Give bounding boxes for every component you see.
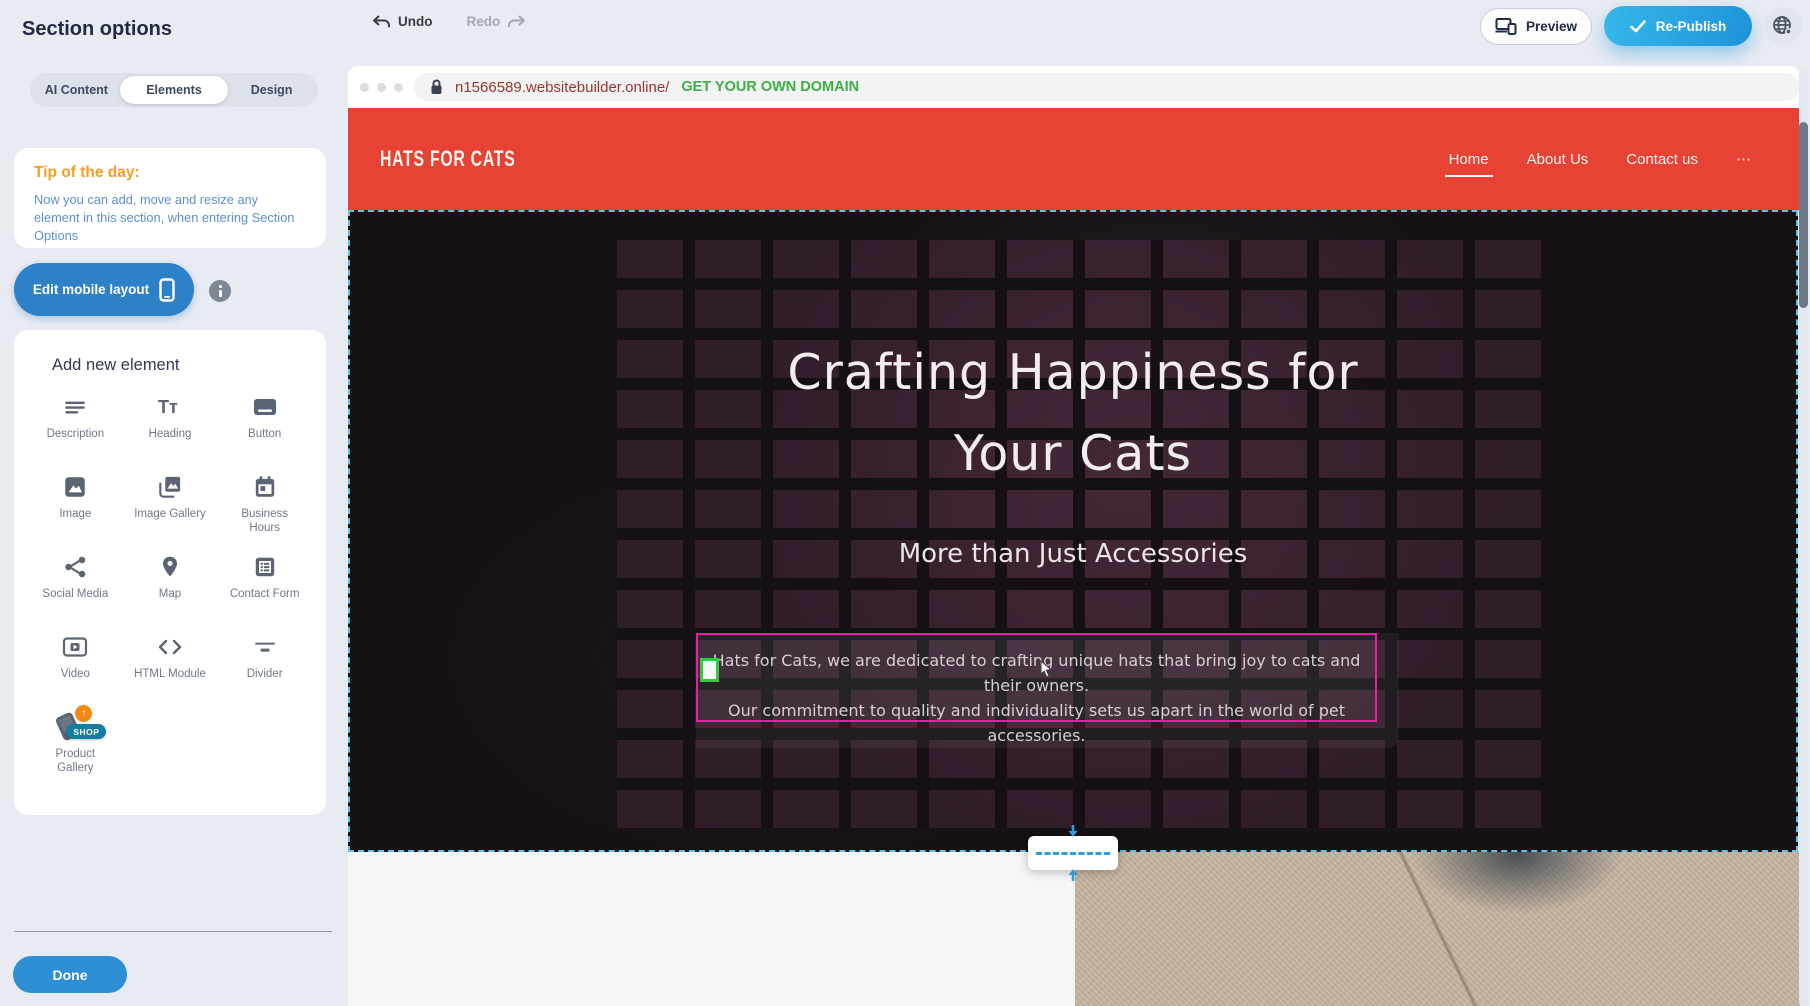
shop-badge: SHOP	[66, 724, 106, 739]
next-section-left	[348, 852, 1075, 1006]
tab-design[interactable]: Design	[228, 76, 315, 104]
social-media-icon	[62, 551, 88, 583]
topbar-actions: Preview Re-Publish	[1480, 6, 1802, 46]
element-grid: Description Tт Heading Button Image Imag…	[28, 391, 312, 791]
next-section-image	[1075, 852, 1800, 1006]
undo-button[interactable]: Undo	[372, 14, 433, 29]
element-drag-handle[interactable]	[700, 658, 719, 682]
mouse-cursor	[1040, 660, 1055, 678]
undo-icon	[372, 15, 391, 29]
hero-subheading[interactable]: More than Just Accessories	[350, 539, 1796, 569]
upgrade-arrow-badge: ↑	[75, 705, 92, 722]
hero-heading[interactable]: Crafting Happiness for Your Cats	[350, 332, 1796, 494]
website-builder-app: Section options AI Content Elements Desi…	[0, 0, 1810, 1006]
svg-text:Tт: Tт	[158, 397, 178, 417]
section-resize-handle[interactable]	[1028, 836, 1118, 870]
mobile-phone-icon	[159, 278, 175, 302]
element-map[interactable]: Map	[123, 551, 218, 631]
globe-icon[interactable]	[1764, 7, 1802, 45]
element-contact-form[interactable]: Contact Form	[217, 551, 312, 631]
video-icon	[61, 631, 89, 663]
nav-contact-us[interactable]: Contact us	[1626, 151, 1698, 168]
hero-section-selected[interactable]: Crafting Happiness for Your Cats More th…	[348, 210, 1798, 852]
sidebar-tabs: AI Content Elements Design	[30, 73, 318, 107]
nav-home[interactable]: Home	[1449, 151, 1489, 168]
info-icon[interactable]	[209, 280, 231, 302]
element-heading[interactable]: Tт Heading	[123, 391, 218, 471]
element-image[interactable]: Image	[28, 471, 123, 551]
element-product-gallery[interactable]: ↑ SHOP Product Gallery	[28, 711, 123, 791]
site-preview-canvas: n1566589.websitebuilder.online/ GET YOUR…	[348, 66, 1810, 1006]
lock-icon	[430, 79, 443, 95]
element-image-gallery[interactable]: Image Gallery	[123, 471, 218, 551]
sidebar-divider	[14, 931, 332, 932]
add-new-element-panel: Add new element Description Tт Heading B…	[14, 330, 326, 815]
checkmark-icon	[1630, 20, 1646, 33]
section-options-sidebar: Section options AI Content Elements Desi…	[0, 0, 348, 1006]
heading-icon: Tт	[156, 391, 184, 423]
devices-icon	[1495, 17, 1517, 35]
address-bar[interactable]: n1566589.websitebuilder.online/ GET YOUR…	[414, 73, 1800, 101]
element-description[interactable]: Description	[28, 391, 123, 471]
element-html-module[interactable]: HTML Module	[123, 631, 218, 711]
done-button[interactable]: Done	[13, 956, 127, 993]
element-social-media[interactable]: Social Media	[28, 551, 123, 631]
edit-mobile-layout-button[interactable]: Edit mobile layout	[14, 263, 194, 316]
resize-dash-line	[1036, 852, 1110, 855]
arrow-down-icon	[1067, 825, 1079, 839]
preview-button[interactable]: Preview	[1480, 8, 1592, 45]
element-business-hours[interactable]: Business Hours	[217, 471, 312, 551]
business-hours-icon	[252, 471, 278, 503]
edit-mobile-layout-label: Edit mobile layout	[33, 282, 149, 297]
redo-icon	[507, 15, 526, 29]
browser-chrome: n1566589.websitebuilder.online/ GET YOUR…	[348, 66, 1800, 108]
description-icon	[62, 391, 88, 423]
element-divider[interactable]: Divider	[217, 631, 312, 711]
undo-redo-group: Undo Redo	[372, 14, 526, 29]
contact-form-icon	[252, 551, 278, 583]
window-dots-icon	[360, 83, 403, 92]
arrow-up-icon	[1067, 867, 1079, 881]
tab-ai-content[interactable]: AI Content	[33, 76, 120, 104]
republish-button[interactable]: Re-Publish	[1604, 6, 1752, 46]
tab-elements[interactable]: Elements	[120, 76, 228, 104]
nav-overflow-icon[interactable]: ⋯	[1736, 150, 1752, 168]
site-header: HATS FOR CATS Home About Us Contact us ⋯	[348, 108, 1800, 210]
divider-icon	[252, 631, 278, 663]
add-new-element-title: Add new element	[28, 356, 312, 375]
tip-of-the-day-panel: Tip of the day: Now you can add, move an…	[14, 148, 326, 248]
page-title: Section options	[22, 18, 172, 41]
nav-about-us[interactable]: About Us	[1527, 151, 1589, 168]
get-domain-link[interactable]: GET YOUR OWN DOMAIN	[681, 79, 859, 95]
map-icon	[157, 551, 183, 583]
site-logo[interactable]: HATS FOR CATS	[380, 146, 515, 172]
redo-button[interactable]: Redo	[467, 14, 527, 29]
image-gallery-icon	[156, 471, 184, 503]
tip-body: Now you can add, move and resize any ele…	[34, 191, 302, 245]
site-url: n1566589.websitebuilder.online/	[455, 79, 669, 96]
tip-title: Tip of the day:	[34, 164, 306, 182]
element-button[interactable]: Button	[217, 391, 312, 471]
description-textbox-selected[interactable]: Hats for Cats, we are dedicated to craft…	[696, 633, 1377, 722]
html-module-icon	[156, 631, 184, 663]
button-icon	[251, 391, 279, 423]
product-gallery-icon: ↑ SHOP	[53, 711, 97, 743]
element-video[interactable]: Video	[28, 631, 123, 711]
image-icon	[62, 471, 88, 503]
scrollbar-thumb[interactable]	[1799, 122, 1808, 308]
site-nav: Home About Us Contact us ⋯	[1449, 108, 1752, 210]
